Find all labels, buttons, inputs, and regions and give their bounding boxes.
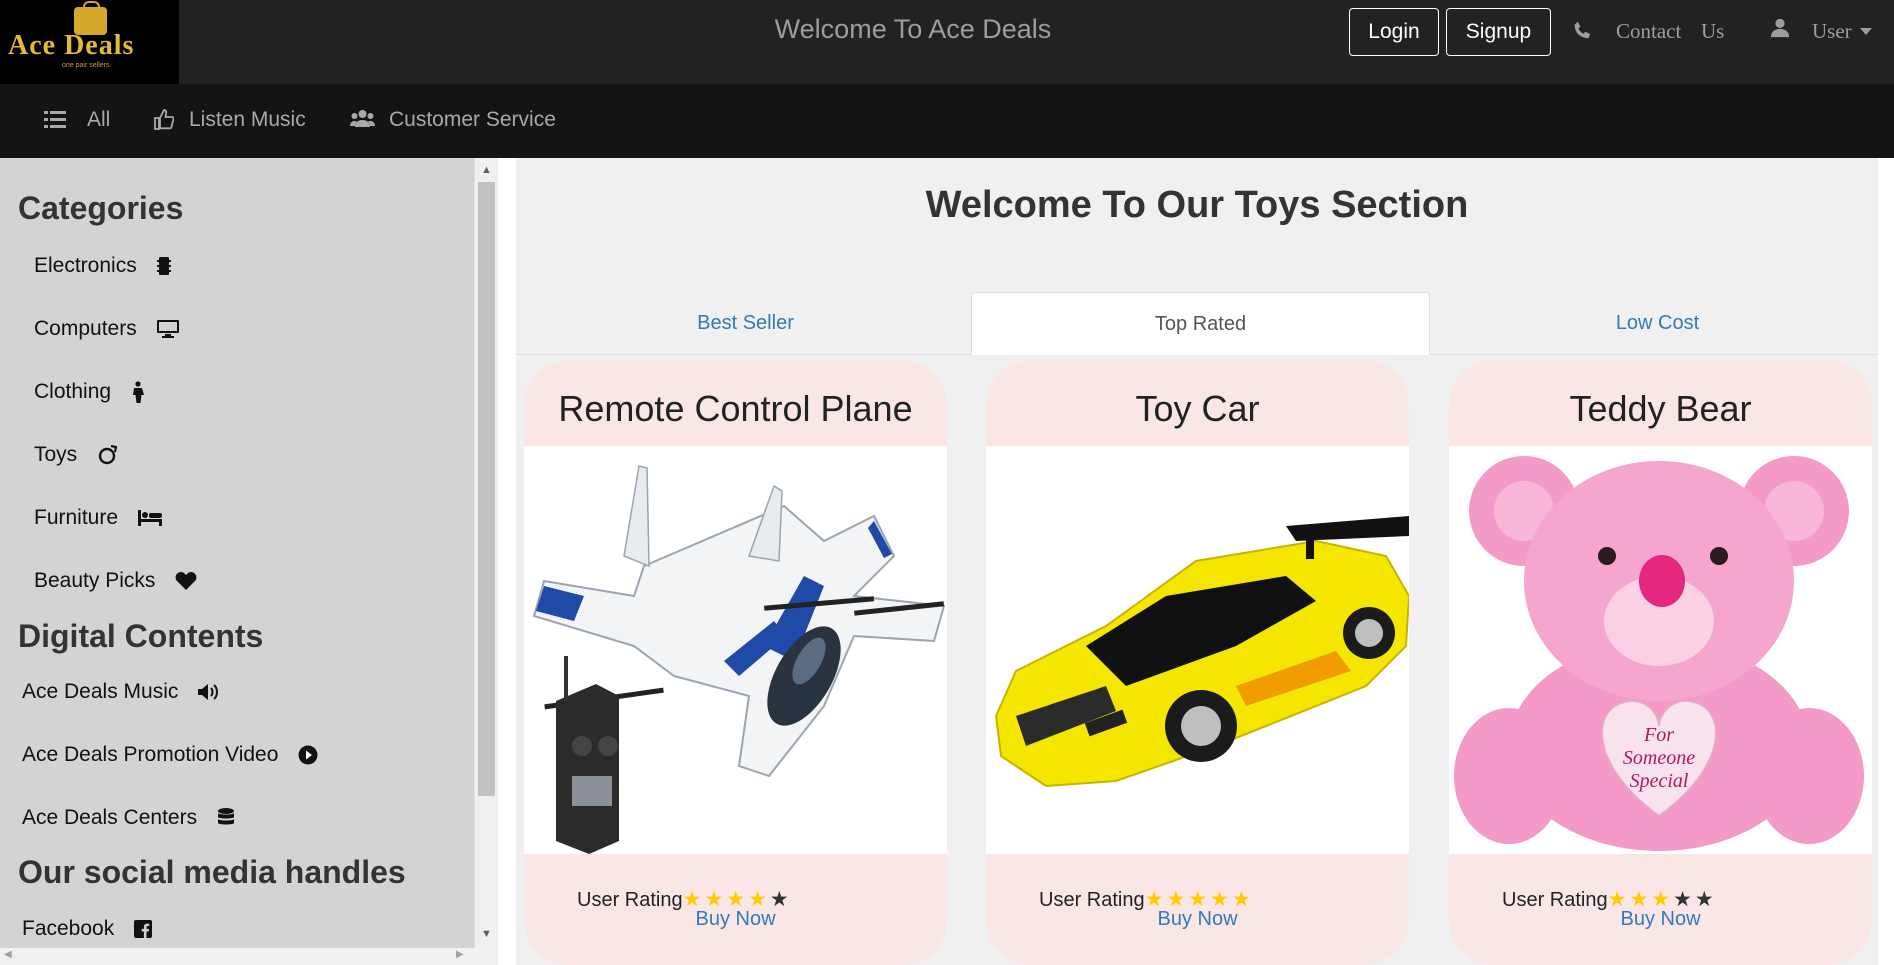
product-card: Toy Car User Rating★ ★ ★ ★ ★ Buy Now: [986, 360, 1409, 965]
scroll-down-arrow-icon[interactable]: ▼: [481, 928, 492, 940]
sidebar-item-label: Furniture: [34, 506, 119, 529]
sidebar-item-label: Ace Deals Promotion Video: [22, 743, 279, 766]
sidebar: Categories Electronics Computers Clothin…: [0, 158, 474, 965]
social-heading: Our social media handles: [18, 854, 406, 890]
thumbs-up-icon: [154, 109, 174, 130]
scroll-right-arrow-icon[interactable]: ▶: [456, 949, 464, 960]
product-image-teddy[interactable]: For Someone Special: [1449, 446, 1872, 854]
contact-link[interactable]: Contact: [1616, 19, 1681, 44]
brand-tagline: one pair sellers: [62, 62, 110, 69]
sidebar-item-centers[interactable]: Ace Deals Centers: [22, 806, 235, 830]
phone-icon: [1574, 22, 1590, 39]
svg-text:Someone: Someone: [1623, 747, 1695, 769]
product-card: Remote Control Plane User Rating★ ★ ★ ★ …: [524, 360, 947, 965]
sidebar-item-computers[interactable]: Computers: [34, 317, 179, 341]
sidebar-item-music[interactable]: Ace Deals Music: [22, 680, 220, 704]
sidebar-item-beauty-picks[interactable]: Beauty Picks: [34, 569, 197, 593]
top-bar: Ace Deals one pair sellers Welcome To Ac…: [0, 0, 1894, 84]
facebook-icon: [134, 920, 153, 939]
product-title: Teddy Bear: [1569, 388, 1752, 429]
sidebar-item-label: Toys: [34, 443, 78, 466]
product-title: Remote Control Plane: [558, 388, 913, 429]
buy-now-link[interactable]: Buy Now: [524, 908, 947, 931]
teddy-heart-text: For: [1643, 724, 1674, 746]
list-icon: [44, 111, 66, 128]
svg-text:Special: Special: [1630, 770, 1689, 792]
sidebar-item-toys[interactable]: Toys: [34, 443, 118, 467]
page-title: Welcome To Our Toys Section: [925, 184, 1469, 226]
database-icon: [217, 808, 234, 825]
person-icon: [132, 381, 144, 404]
product-card: Teddy Bear For Someone Special User Rati…: [1449, 360, 1872, 965]
users-icon: [350, 110, 375, 127]
caret-down-icon[interactable]: [1860, 28, 1872, 36]
ring-icon: [98, 445, 118, 465]
sidebar-item-label: Computers: [34, 317, 137, 340]
digital-contents-heading: Digital Contents: [18, 618, 264, 654]
scroll-left-arrow-icon[interactable]: ◀: [4, 949, 12, 960]
chip-icon: [156, 257, 171, 276]
sidebar-item-label: Electronics: [34, 254, 137, 277]
nav-listen-music[interactable]: Listen Music: [189, 108, 306, 132]
sidebar-item-label: Beauty Picks: [34, 569, 156, 592]
sidebar-item-facebook[interactable]: Facebook: [22, 917, 153, 941]
nav-customer-service[interactable]: Customer Service: [389, 108, 556, 132]
nav-bar: All Listen Music Customer Service: [0, 84, 1894, 158]
contact-us-link[interactable]: Us: [1701, 19, 1724, 44]
sidebar-item-label: Clothing: [34, 380, 112, 403]
login-button[interactable]: Login: [1349, 8, 1439, 56]
scroll-up-arrow-icon[interactable]: ▲: [481, 164, 492, 176]
sidebar-item-promotion-video[interactable]: Ace Deals Promotion Video: [22, 743, 318, 767]
buy-now-link[interactable]: Buy Now: [1449, 908, 1872, 931]
monitor-icon: [156, 320, 179, 339]
gutter: [498, 158, 516, 965]
main-content: Welcome To Our Toys Section Best Seller …: [516, 158, 1878, 965]
sidebar-vertical-scrollbar[interactable]: ▲ ▼: [474, 158, 498, 965]
tab-best-seller[interactable]: Best Seller: [516, 292, 975, 355]
nav-all[interactable]: All: [87, 108, 110, 132]
tab-low-cost[interactable]: Low Cost: [1428, 292, 1878, 355]
volume-icon: [198, 684, 219, 701]
buy-now-link[interactable]: Buy Now: [986, 908, 1409, 931]
categories-heading: Categories: [18, 190, 184, 226]
sidebar-item-label: Ace Deals Music: [22, 680, 179, 703]
bed-icon: [137, 510, 162, 527]
sidebar-item-label: Facebook: [22, 917, 115, 940]
sidebar-item-electronics[interactable]: Electronics: [34, 254, 171, 278]
product-image-plane[interactable]: [524, 446, 947, 854]
sidebar-item-furniture[interactable]: Furniture: [34, 506, 162, 530]
play-icon: [298, 745, 318, 765]
heart-icon: [175, 572, 197, 591]
signup-button[interactable]: Signup: [1446, 8, 1551, 56]
product-image-car[interactable]: [986, 446, 1409, 854]
scrollbar-thumb[interactable]: [478, 182, 495, 796]
sidebar-item-label: Ace Deals Centers: [22, 806, 198, 829]
product-title: Toy Car: [1135, 388, 1260, 429]
sidebar-horizontal-scrollbar[interactable]: ◀ ▶: [0, 948, 498, 965]
sidebar-item-clothing[interactable]: Clothing: [34, 380, 145, 404]
user-icon: [1770, 18, 1790, 38]
user-menu[interactable]: User: [1812, 19, 1852, 44]
site-title: Welcome To Ace Deals: [774, 14, 1052, 44]
tab-top-rated[interactable]: Top Rated: [971, 292, 1430, 355]
